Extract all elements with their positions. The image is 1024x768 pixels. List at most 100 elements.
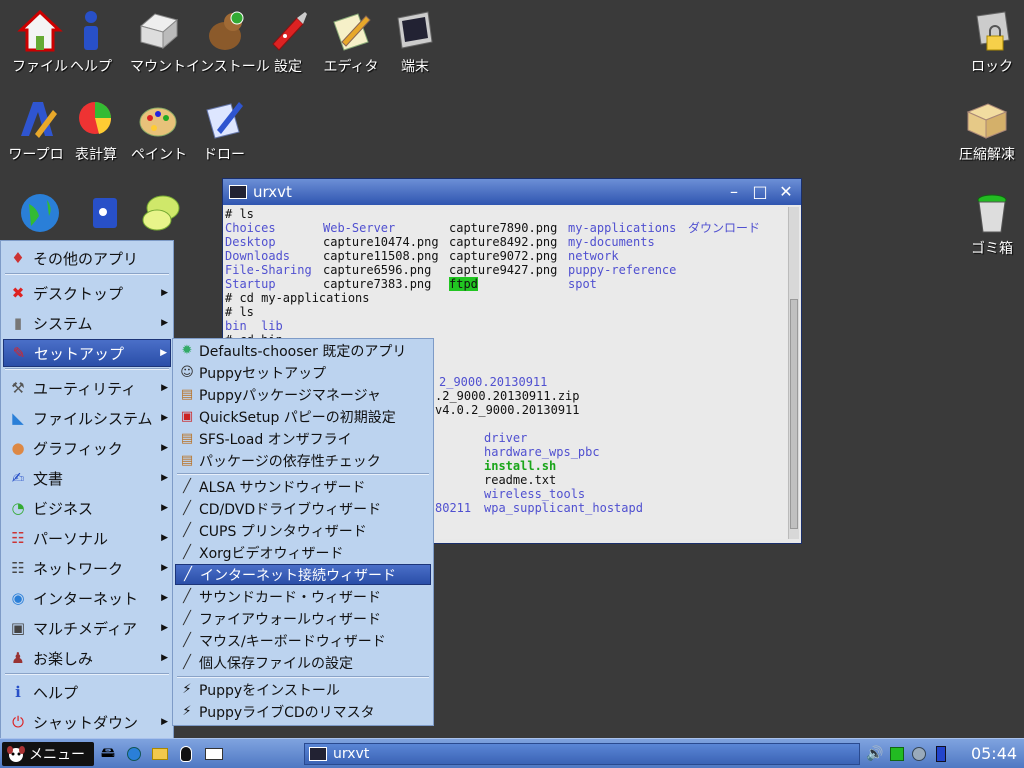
submenu-item[interactable]: ╱ サウンドカード・ウィザード xyxy=(175,586,431,607)
volume-icon[interactable]: 🔊 xyxy=(866,744,884,764)
submenu-item[interactable]: ✹ Defaults-chooser 既定のアプリ xyxy=(175,340,431,361)
menu-item-document[interactable]: ✍ 文書 ▶ xyxy=(3,464,171,492)
submenu-item[interactable]: ╱ CUPS プリンタウィザード xyxy=(175,520,431,541)
internet-icon: ◉ xyxy=(11,589,25,607)
terminal-text: wpa_supplicant_hostapd xyxy=(484,501,643,515)
taskbar-task-label: urxvt xyxy=(333,746,370,762)
menu-item-setup[interactable]: ✎ セットアップ ▶ xyxy=(3,339,171,367)
quick-launch-linux[interactable] xyxy=(176,744,196,764)
power-icon[interactable] xyxy=(932,744,950,764)
desktop-icon-terminal[interactable]: 端末 xyxy=(375,8,455,76)
taskbar-task-urxvt[interactable]: urxvt xyxy=(304,743,860,765)
submenu-item[interactable]: ╱ ファイアウォールウィザード xyxy=(175,608,431,629)
document-icon: ✍ xyxy=(11,469,25,487)
terminal-titlebar[interactable]: urxvt – □ ✕ xyxy=(223,179,801,205)
terminal-scrollbar[interactable] xyxy=(788,207,799,539)
terminal-text: ダウンロード xyxy=(688,221,761,235)
clock[interactable]: 05:44 xyxy=(966,744,1022,764)
business-icon: ◔ xyxy=(11,499,25,517)
submenu-arrow-icon: ▶ xyxy=(161,653,168,663)
submenu-item[interactable]: ☺ Puppyセットアップ xyxy=(175,362,431,383)
desktop-icon-archive[interactable]: 圧縮解凍 xyxy=(947,96,1024,164)
terminal-title: urxvt xyxy=(253,183,292,201)
menu-item-apps[interactable]: ♦ その他のアプリ xyxy=(3,244,171,272)
wand-icon: ╱ xyxy=(183,611,191,626)
desktop-icon-trash[interactable]: ゴミ箱 xyxy=(952,190,1024,258)
folder-icon xyxy=(152,748,168,760)
graphics-icon: ● xyxy=(11,439,25,457)
wand-icon: ╱ xyxy=(183,633,191,648)
menu-item-filesystem[interactable]: ◣ ファイルシステム ▶ xyxy=(3,404,171,432)
menu-item-calendar[interactable]: ☷ パーソナル ▶ xyxy=(3,524,171,552)
terminal-text: install.sh xyxy=(484,459,557,473)
menu-item-fun[interactable]: ♟ お楽しみ ▶ xyxy=(3,644,171,672)
submenu-item[interactable]: ⚡ PuppyライブCDのリマスタ xyxy=(175,701,431,722)
submenu-item[interactable]: ▤ SFS-Load オンザフライ xyxy=(175,428,431,449)
submenu-item-label: インターネット接続ウィザード xyxy=(200,567,396,584)
desktop-icon-label: ゴミ箱 xyxy=(971,241,1013,257)
penguin-icon xyxy=(180,746,192,762)
quick-launch-folder[interactable] xyxy=(150,744,170,764)
menu-item-graphics[interactable]: ● グラフィック ▶ xyxy=(3,434,171,462)
submenu-arrow-icon: ▶ xyxy=(161,318,168,328)
network-status-icon[interactable] xyxy=(888,744,906,764)
submenu-item[interactable]: ╱ Xorgビデオウィザード xyxy=(175,542,431,563)
menu-item-help[interactable]: ℹ ヘルプ xyxy=(3,678,171,706)
terminal-text: v4.0.2_9000.20130911 xyxy=(435,403,580,417)
terminal-text: my-applications xyxy=(568,221,677,235)
submenu-item[interactable]: ╱ CD/DVDドライブウィザード xyxy=(175,498,431,519)
terminal-text: Web-Server xyxy=(323,221,396,235)
submenu-arrow-icon: ▶ xyxy=(161,413,168,423)
terminal-text: 80211 xyxy=(435,501,472,515)
menu-item-business[interactable]: ◔ ビジネス ▶ xyxy=(3,494,171,522)
close-button[interactable]: ✕ xyxy=(777,183,795,201)
menu-item-internet[interactable]: ◉ インターネット ▶ xyxy=(3,584,171,612)
submenu-item[interactable]: ╱ インターネット接続ウィザード xyxy=(175,564,431,585)
network-globe-icon[interactable] xyxy=(910,744,928,764)
menu-item-label: ユーティリティ xyxy=(33,379,137,398)
submenu-item[interactable]: ▤ パッケージの依存性チェック xyxy=(175,450,431,471)
minimize-button[interactable]: – xyxy=(725,183,743,201)
quick-launch-browser[interactable] xyxy=(124,744,144,764)
terminal-window-icon xyxy=(229,185,247,199)
desktop-icon-label: 圧縮解凍 xyxy=(959,147,1015,163)
submenu-item[interactable]: ⚡ Puppyをインストール xyxy=(175,679,431,700)
submenu-item-label: 個人保存ファイルの設定 xyxy=(199,655,353,672)
terminal-text: File-Sharing xyxy=(225,263,312,277)
desktop-icon-label: ドロー xyxy=(203,147,245,163)
menu-item-multimedia[interactable]: ▣ マルチメディア ▶ xyxy=(3,614,171,642)
desktop-icon-draw[interactable]: ドロー xyxy=(184,96,264,164)
defaults-icon: ✹ xyxy=(181,343,193,358)
menu-item-system[interactable]: ▮ システム ▶ xyxy=(3,309,171,337)
submenu-item[interactable]: ╱ 個人保存ファイルの設定 xyxy=(175,652,431,673)
terminal-line: Downloads capture11508.png capture9072.png… xyxy=(225,249,787,263)
submenu-item[interactable]: ▤ Puppyパッケージマネージャ xyxy=(175,384,431,405)
wand-icon: ╱ xyxy=(183,655,191,670)
wordprocessor-icon xyxy=(13,96,59,142)
lightning-icon: ⚡ xyxy=(182,682,192,697)
menu-item-shutdown[interactable]: ⏻ シャットダウン ▶ xyxy=(3,708,171,736)
wand-icon: ╱ xyxy=(183,545,191,560)
terminal-text: capture6596.png xyxy=(323,263,432,277)
menu-item-desktop[interactable]: ✖ デスクトップ ▶ xyxy=(3,279,171,307)
wand-icon: ╱ xyxy=(183,589,191,604)
menu-item-utility[interactable]: ⚒ ユーティリティ ▶ xyxy=(3,374,171,402)
scrollbar-thumb[interactable] xyxy=(790,299,798,529)
submenu-item[interactable]: ╱ ALSA サウンドウィザード xyxy=(175,476,431,497)
submenu-item[interactable]: ╱ マウス/キーボードウィザード xyxy=(175,630,431,651)
submenu-item[interactable]: ▣ QuickSetup パピーの初期設定 xyxy=(175,406,431,427)
maximize-button[interactable]: □ xyxy=(751,183,769,201)
menu-item-network[interactable]: ☷ ネットワーク ▶ xyxy=(3,554,171,582)
archive-icon xyxy=(964,96,1010,142)
desktop-icon-lock[interactable]: ロック xyxy=(952,8,1024,76)
submenu-separator xyxy=(177,473,429,475)
terminal-text: capture8492.png xyxy=(449,235,558,249)
submenu-arrow-icon: ▶ xyxy=(161,443,168,453)
show-desktop-button[interactable] xyxy=(204,744,224,764)
wand-icon: ╱ xyxy=(183,501,191,516)
window-icon xyxy=(205,748,223,760)
desktop-icon-chat[interactable] xyxy=(120,190,200,238)
quick-launch-drive[interactable]: 🖴 xyxy=(98,744,118,764)
terminal-text: spot xyxy=(568,277,597,291)
start-menu-button[interactable]: メニュー xyxy=(2,742,94,766)
